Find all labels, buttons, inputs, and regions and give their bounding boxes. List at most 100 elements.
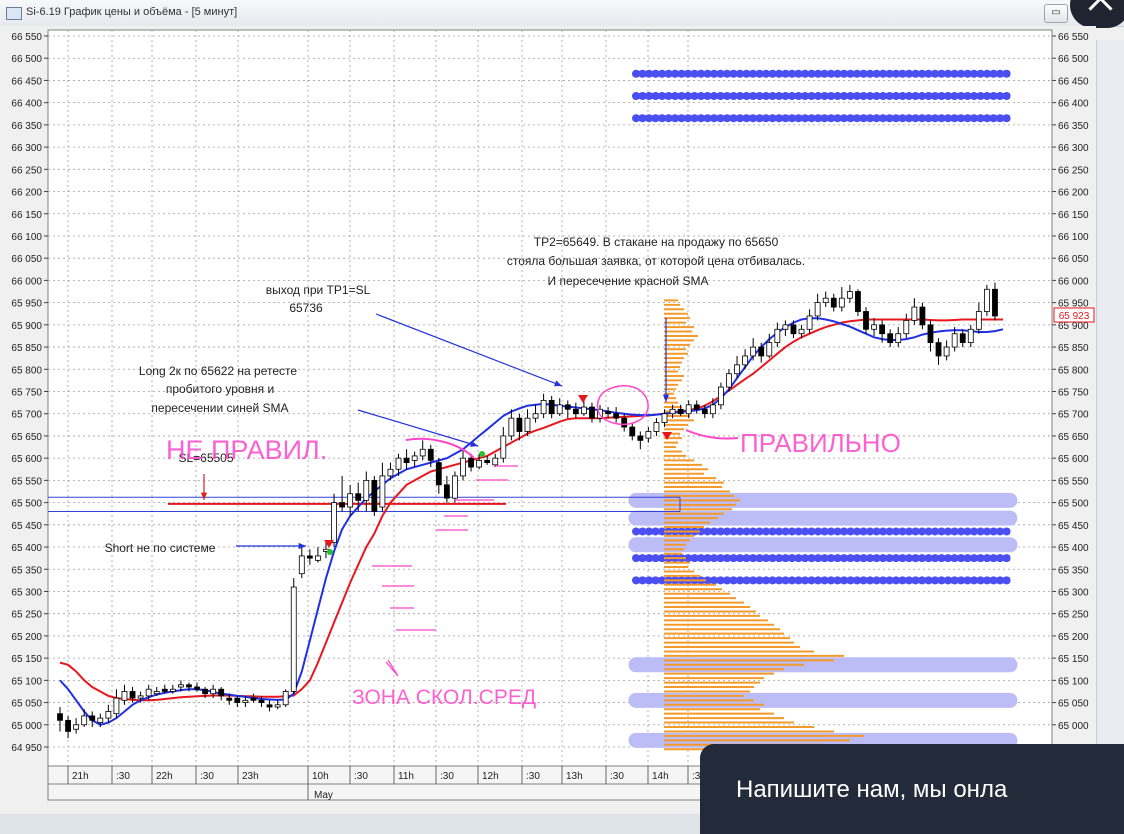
candle-body xyxy=(830,297,837,308)
y-tick-label-right: 66 150 xyxy=(1058,210,1089,221)
y-tick-label-left: 65 050 xyxy=(11,699,42,710)
candle-body xyxy=(379,475,386,508)
y-tick-label-right: 66 000 xyxy=(1058,276,1089,287)
candle-body xyxy=(476,459,483,468)
x-tick-label: :30 xyxy=(116,771,130,782)
y-tick-label-right: 66 550 xyxy=(1058,32,1089,43)
candle-body xyxy=(790,324,797,335)
note-right: ПРАВИЛЬНО xyxy=(740,428,901,458)
y-tick-label-right: 66 500 xyxy=(1058,54,1089,65)
chat-banner[interactable]: Напишите нам, мы онла xyxy=(700,744,1124,834)
minimize-icon: ▭ xyxy=(1051,7,1061,18)
chevron-up-icon xyxy=(1088,0,1113,21)
y-tick-label-right: 65 350 xyxy=(1058,565,1089,576)
x-tick-label: 11h xyxy=(398,771,414,782)
y-tick-label-left: 66 100 xyxy=(11,232,42,243)
candle-body xyxy=(516,417,523,432)
candle-body xyxy=(532,413,539,419)
candle-body xyxy=(403,457,410,463)
annotation-long-line1: Long 2к по 65622 на ретесте xyxy=(139,364,297,378)
y-tick-label-left: 66 550 xyxy=(11,32,42,43)
candle-body xyxy=(113,697,120,715)
candle-body xyxy=(443,484,450,499)
candle-body xyxy=(548,399,555,415)
candle-body xyxy=(709,404,716,415)
candle-body xyxy=(984,288,990,312)
x-tick-label: 23h xyxy=(242,771,259,782)
candle-body xyxy=(500,435,507,459)
candle-body xyxy=(274,704,281,708)
plot-area xyxy=(47,29,1053,767)
x-tick-label: 10h xyxy=(312,771,329,782)
y-tick-label-right: 66 100 xyxy=(1058,232,1089,243)
annotation-short: Short не по системе xyxy=(105,541,216,555)
candle-body xyxy=(452,475,458,499)
y-tick-label-left: 65 700 xyxy=(11,410,42,421)
candle-body xyxy=(766,342,773,357)
y-tick-label-right: 65 500 xyxy=(1058,499,1089,510)
candle-body xyxy=(661,413,668,424)
candle-body xyxy=(855,291,861,312)
x-tick-label: 12h xyxy=(482,771,499,782)
right-side-panel xyxy=(1096,40,1124,814)
candle-body xyxy=(871,324,877,330)
candle-body xyxy=(202,688,208,695)
candle-body xyxy=(427,448,434,461)
candle-body xyxy=(226,697,233,701)
x-tick-label: :30 xyxy=(354,771,368,782)
candle-body xyxy=(492,457,499,466)
candle-body xyxy=(750,346,757,357)
date-label: May xyxy=(314,790,333,801)
y-tick-label-right: 65 600 xyxy=(1058,454,1089,465)
candle-body xyxy=(935,342,942,357)
candle-body xyxy=(89,715,96,721)
candle-body xyxy=(572,408,579,415)
price-chart[interactable]: 66 550 66 500 66 450 66 400 66 350 66 300 66 2… xyxy=(0,26,1096,814)
y-tick-label-left: 65 250 xyxy=(11,610,42,621)
y-tick-label-left: 66 250 xyxy=(11,165,42,176)
chat-banner-text: Напишите нам, мы онла xyxy=(736,776,1008,803)
y-tick-label-left: 65 150 xyxy=(11,654,42,665)
y-tick-label-left: 65 600 xyxy=(11,454,42,465)
candle-body xyxy=(822,297,829,304)
candle-body xyxy=(411,455,418,461)
candle-body xyxy=(218,688,225,697)
candle-body xyxy=(347,493,354,508)
candle-body xyxy=(798,328,805,335)
candle-body xyxy=(468,457,474,468)
y-tick-label-right: 65 100 xyxy=(1058,676,1089,687)
short-exit-marker xyxy=(327,549,333,555)
y-tick-label-left: 65 650 xyxy=(11,432,42,443)
annotation-tp2-line2: стояла большая заявка, от которой цена о… xyxy=(507,254,805,268)
y-tick-label-right: 66 350 xyxy=(1058,121,1089,132)
candle-body xyxy=(943,346,950,357)
y-tick-label-left: 65 550 xyxy=(11,476,42,487)
y-tick-label-left: 66 500 xyxy=(11,54,42,65)
y-tick-label-right: 66 300 xyxy=(1058,143,1089,154)
candle-body xyxy=(589,406,595,419)
candle-body xyxy=(637,435,644,441)
y-tick-label-right: 65 200 xyxy=(1058,632,1089,643)
title-bar[interactable]: Si-6.19 График цены и объёма - [5 минут]… xyxy=(0,0,1124,27)
candle-body xyxy=(887,333,894,344)
candle-body xyxy=(258,699,265,703)
candle-body xyxy=(371,479,378,512)
minimize-button[interactable]: ▭ xyxy=(1044,4,1068,23)
note-zone: ЗОНА СКОЛ.СРЕД xyxy=(352,686,536,709)
window-title: Si-6.19 График цены и объёма - [5 минут] xyxy=(26,6,238,18)
candle-body xyxy=(419,448,426,457)
candle-body xyxy=(734,364,740,375)
y-tick-label-left: 64 950 xyxy=(11,743,42,754)
y-tick-label-right: 65 050 xyxy=(1058,699,1089,710)
candle-body xyxy=(540,399,547,415)
candle-body xyxy=(959,333,966,344)
candle-body xyxy=(331,502,337,543)
chart-window: Si-6.19 График цены и объёма - [5 минут]… xyxy=(0,0,1124,814)
candle-body xyxy=(460,457,466,477)
y-tick-label-left: 66 300 xyxy=(11,143,42,154)
candle-body xyxy=(194,686,200,690)
candle-body xyxy=(508,417,515,437)
candle-body xyxy=(161,688,168,692)
candle-body xyxy=(992,288,998,317)
y-tick-label-right: 66 400 xyxy=(1058,99,1089,110)
